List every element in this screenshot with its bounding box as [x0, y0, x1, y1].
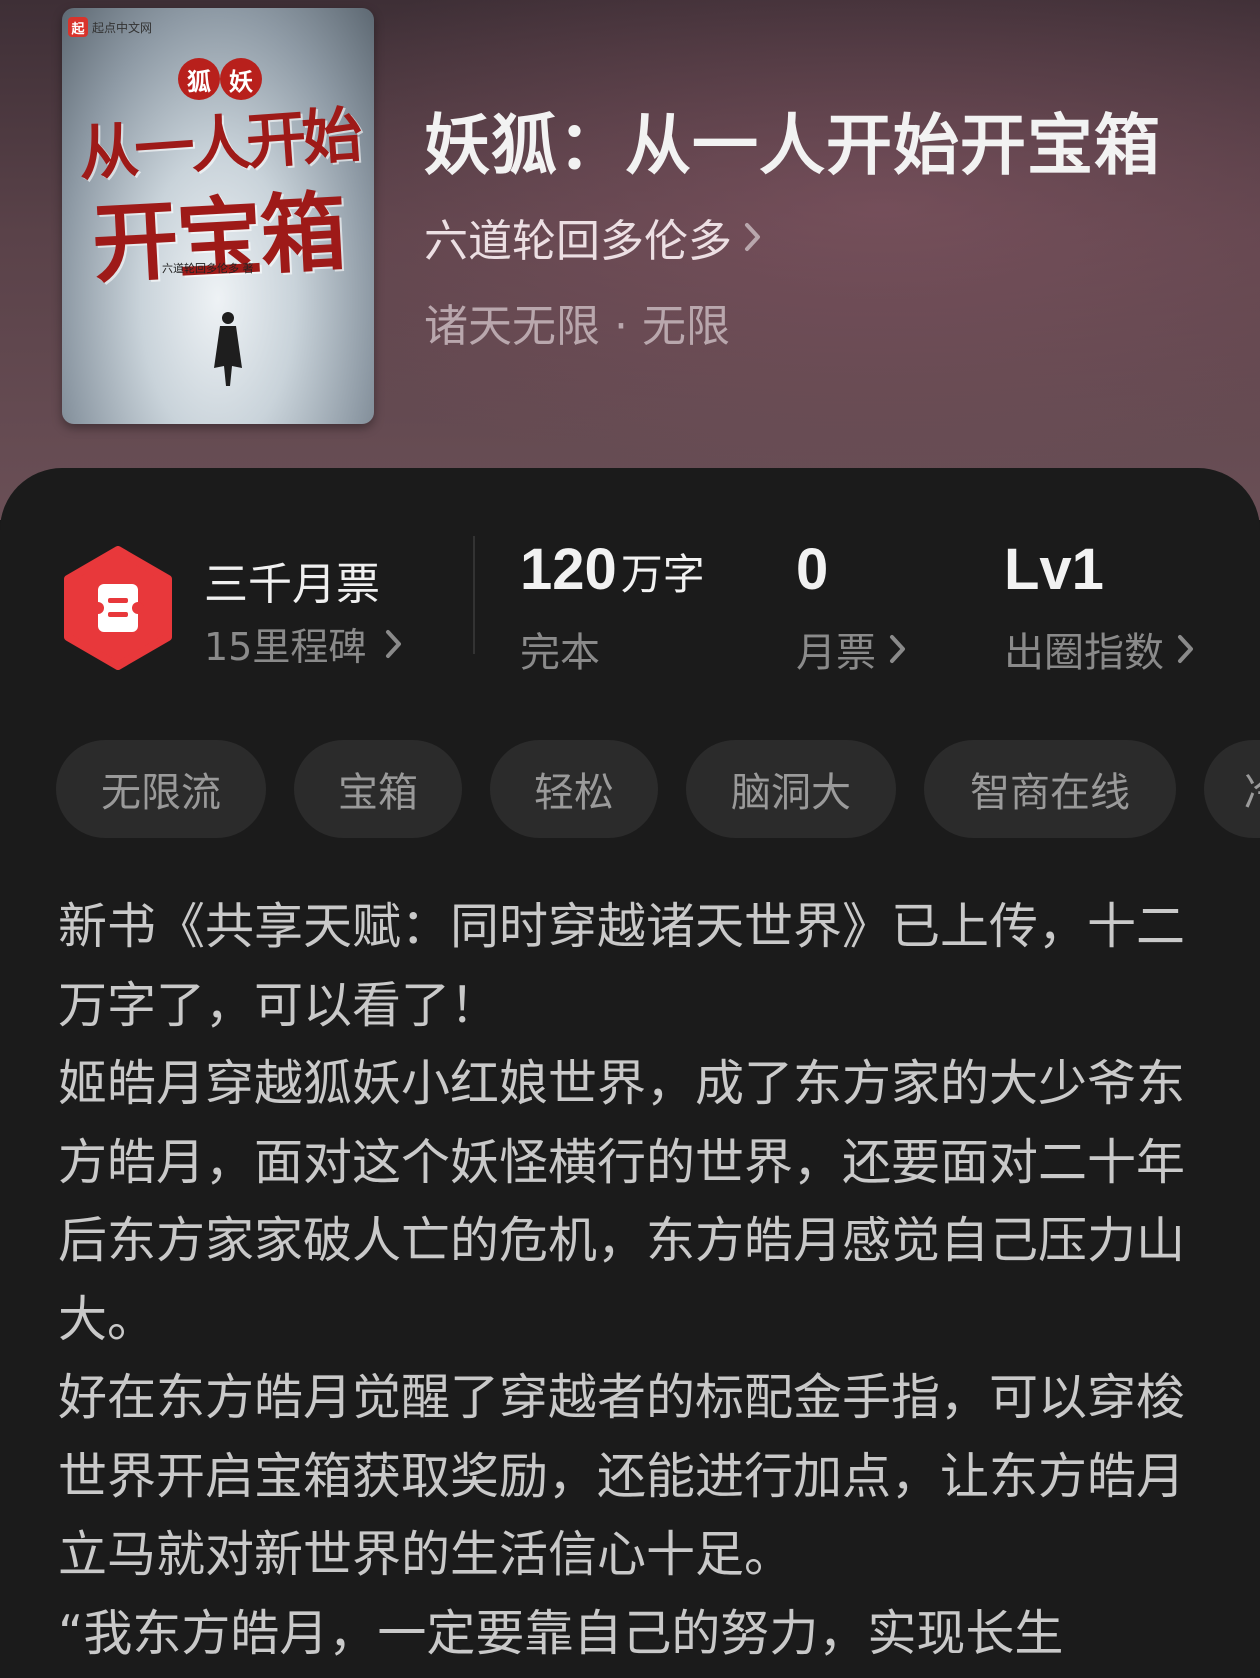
description-paragraph: 姬皓月穿越狐妖小红娘世界，成了东方家的大少爷东方皓月，面对这个妖怪横行的世界，还…: [58, 1055, 1186, 1348]
tag-item[interactable]: 无限流: [56, 740, 266, 838]
description-paragraph: 好在东方皓月觉醒了穿越者的标配金手指，可以穿梭世界开启宝箱获取奖励，还能进行加点…: [58, 1369, 1186, 1583]
cover-brand-text: 起点中文网: [92, 20, 153, 35]
tag-item[interactable]: 冷: [1204, 740, 1260, 838]
monthly-votes-label: 月票: [796, 630, 876, 676]
word-count-unit: 万字: [620, 550, 705, 599]
chevron-right-icon: [890, 635, 905, 663]
cover-figure-icon: [214, 312, 242, 386]
book-status: 完本: [520, 620, 600, 678]
cover-badge-left: 狐: [178, 58, 220, 100]
tag-item[interactable]: 宝箱: [294, 740, 462, 838]
tag-item[interactable]: 智商在线: [924, 740, 1176, 838]
cover-title-line2: 开宝箱: [89, 181, 347, 296]
ticket-icon[interactable]: [62, 546, 174, 670]
tag-list: 无限流 宝箱 轻松 脑洞大 智商在线 冷: [56, 740, 1260, 840]
ticket-title[interactable]: 三千月票: [204, 548, 380, 612]
description-paragraph: “我东方皓月，一定要靠自己的努力，实现长生: [58, 1604, 1064, 1662]
cover-brand: 起 起点中文网: [68, 16, 152, 38]
chevron-right-icon: [1178, 635, 1193, 663]
level-link[interactable]: 出圈指数: [1004, 620, 1196, 678]
word-count-value: 120: [520, 537, 617, 602]
book-cover[interactable]: 起 起点中文网 狐 妖 从一人开始 开宝箱 六道轮回多伦多 著: [62, 8, 374, 424]
cover-author: 六道轮回多伦多 著: [162, 262, 254, 275]
author-link[interactable]: 六道轮回多伦多: [424, 205, 764, 269]
description-paragraph: 新书《共享天赋：同时穿越诸天世界》已上传，十二万字了，可以看了！: [58, 898, 1186, 1034]
monthly-votes-value: 0: [796, 537, 829, 602]
milestone-link[interactable]: 15里程碑: [204, 616, 404, 671]
monthly-votes-link[interactable]: 月票: [796, 620, 908, 678]
book-description[interactable]: 新书《共享天赋：同时穿越诸天世界》已上传，十二万字了，可以看了！ 姬皓月穿越狐妖…: [58, 888, 1208, 1673]
chevron-right-icon: [745, 223, 760, 251]
word-count: 120万字: [520, 536, 705, 603]
stats-divider: [473, 536, 475, 654]
chevron-right-icon: [386, 629, 402, 658]
book-status-label: 完本: [520, 630, 600, 676]
level-value: Lv1: [1004, 537, 1104, 602]
book-title: 妖狐：从一人开始开宝箱: [424, 106, 1161, 184]
milestone-label: 15里程碑: [204, 625, 367, 669]
author-name: 六道轮回多伦多: [424, 216, 732, 267]
qidian-logo-icon: 起: [68, 17, 88, 37]
level-label: 出圈指数: [1004, 630, 1164, 676]
book-genre: 诸天无限 · 无限: [424, 301, 730, 352]
tag-item[interactable]: 轻松: [490, 740, 658, 838]
tag-item[interactable]: 脑洞大: [686, 740, 896, 838]
